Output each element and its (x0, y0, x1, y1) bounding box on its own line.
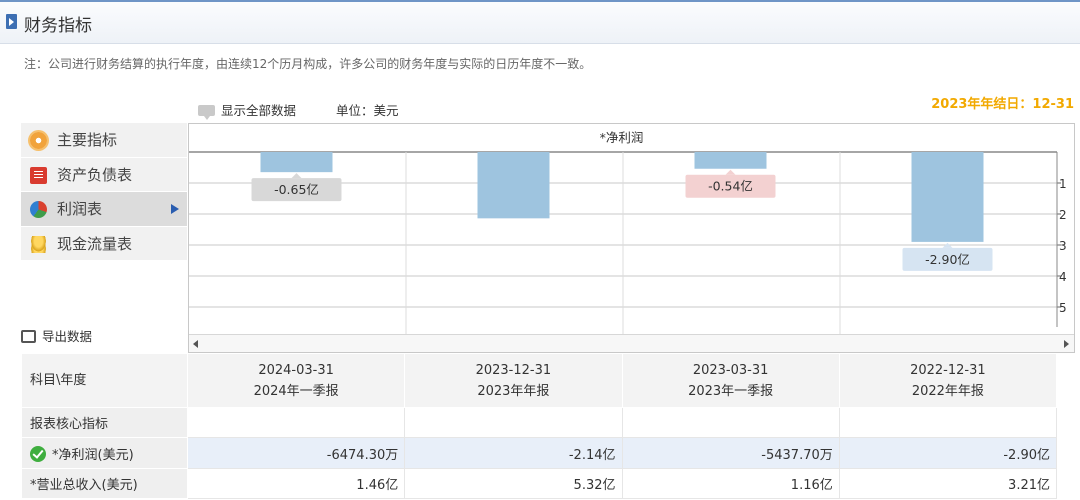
fiscal-year-note: 注：公司进行财务结算的执行年度，由连续12个历月构成，许多公司的财务年度与实际的… (24, 57, 592, 71)
corner-label: 科目\年度 (21, 353, 188, 408)
expand-arrow-icon[interactable] (6, 14, 17, 29)
scroll-right-icon[interactable] (1064, 340, 1069, 348)
show-all-label: 显示全部数据 (221, 103, 297, 118)
table-cell (838, 407, 1058, 438)
y-tick-label: 2 (1059, 208, 1067, 222)
gear-icon (30, 132, 47, 149)
column-period: 2023年年报 (477, 383, 550, 399)
table-cell: -5437.70万 (621, 437, 840, 469)
page-title: 财务指标 (24, 16, 92, 36)
row-label: *营业总收入(美元) (21, 468, 188, 499)
fiscal-year-end: 2023年年结日：12-31 (931, 97, 1074, 112)
menu-item-label: 现金流量表 (57, 234, 133, 253)
scroll-left-icon[interactable] (193, 340, 198, 348)
chart-canvas: *净利润 1 2 3 4 5 -0.65亿 -0.54亿 -2.90亿 (189, 130, 1067, 334)
caret-right-icon (171, 204, 179, 214)
menu-item-label: 利润表 (57, 200, 103, 218)
menu-item-cash-flow[interactable]: 现金流量表 (21, 226, 187, 261)
pie-chart-icon (30, 201, 47, 218)
export-icon (21, 330, 36, 343)
y-tick-label: 3 (1059, 239, 1067, 253)
statement-menu: 主要指标 资产负债表 利润表 现金流量表 (21, 123, 187, 261)
table-cell (621, 407, 840, 438)
table-cell: -2.90亿 (838, 437, 1058, 469)
document-icon (30, 166, 47, 184)
y-tick-label: 5 (1059, 301, 1067, 315)
column-date: 2022-12-31 (910, 362, 986, 378)
bar (911, 152, 984, 242)
table-row[interactable]: *净利润(美元) -6474.30万 -2.14亿 -5437.70万 -2.9… (21, 437, 1058, 469)
menu-item-label: 主要指标 (57, 131, 118, 149)
table-header-row: 科目\年度 2024-03-31 2024年一季报 2023-12-31 2023年… (21, 353, 1058, 408)
coins-icon (30, 235, 47, 253)
menu-item-balance-sheet[interactable]: 资产负债表 (21, 157, 187, 192)
bar (694, 152, 767, 169)
menu-item-label: 资产负债表 (57, 165, 133, 184)
column-header: 2022-12-31 2022年年报 (838, 353, 1058, 408)
table-cell: 1.46亿 (186, 468, 406, 499)
table-row[interactable]: *营业总收入(美元) 1.46亿 5.32亿 1.16亿 3.21亿 (21, 468, 1058, 499)
column-header: 2024-03-31 2024年一季报 (186, 353, 406, 408)
section-label: 报表核心指标 (21, 407, 188, 438)
table-cell: -6474.30万 (186, 437, 406, 469)
table-cell (404, 407, 623, 438)
menu-item-income-statement[interactable]: 利润表 (21, 192, 187, 227)
table-cell (186, 407, 406, 438)
data-label-pointer (291, 173, 302, 179)
column-header: 2023-03-31 2023年一季报 (621, 353, 840, 408)
data-label: -0.54亿 (708, 179, 753, 194)
y-tick-label: 4 (1059, 270, 1067, 284)
y-tick-label: 1 (1059, 177, 1067, 191)
financial-table: 科目\年度 2024-03-31 2024年一季报 2023-12-31 2023年… (21, 353, 1058, 499)
bar (260, 152, 333, 173)
column-date: 2023-12-31 (475, 362, 552, 378)
table-cell: -2.14亿 (404, 437, 623, 469)
export-label: 导出数据 (42, 329, 93, 344)
page-header: 财务指标 (0, 0, 1080, 44)
chart-scrollbar[interactable] (189, 334, 1074, 352)
table-cell: 5.32亿 (404, 468, 623, 499)
chart-title: *净利润 (600, 130, 644, 145)
unit-label: 单位：美元 (336, 103, 399, 118)
column-date: 2023-03-31 (692, 362, 769, 378)
column-header: 2023-12-31 2023年年报 (404, 353, 623, 408)
data-label: -2.90亿 (925, 252, 970, 267)
column-period: 2024年一季报 (253, 383, 339, 399)
net-profit-chart: *净利润 1 2 3 4 5 -0.65亿 -0.54亿 -2.90亿 (188, 123, 1075, 353)
bar (477, 152, 550, 219)
show-all-data-toggle[interactable]: 显示全部数据 (198, 100, 297, 120)
column-period: 2022年年报 (911, 383, 984, 399)
data-label: -0.65亿 (274, 182, 319, 197)
table-cell: 3.21亿 (838, 468, 1058, 499)
column-date: 2024-03-31 (258, 362, 334, 378)
menu-item-key-indicators[interactable]: 主要指标 (21, 123, 187, 158)
section-row: 报表核心指标 (21, 407, 1058, 438)
row-label-text: *净利润(美元) (52, 447, 134, 463)
check-circle-icon (30, 445, 46, 462)
comment-icon (198, 105, 215, 120)
table-cell: 1.16亿 (621, 468, 840, 499)
row-label: *净利润(美元) (21, 437, 188, 469)
export-data-button[interactable]: 导出数据 (21, 326, 92, 345)
column-period: 2023年一季报 (688, 383, 774, 399)
data-label-pointer (725, 169, 736, 175)
